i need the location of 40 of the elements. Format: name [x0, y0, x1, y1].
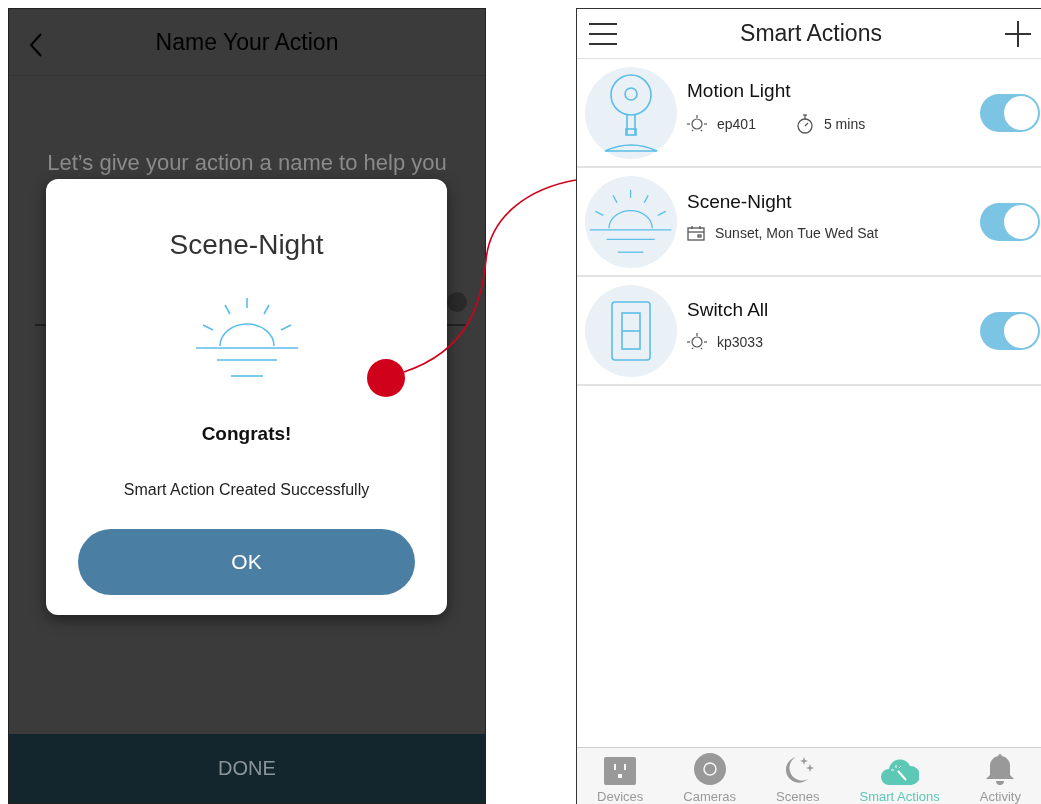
back-icon[interactable] — [29, 33, 43, 57]
sunset-icon — [194, 297, 299, 379]
tab-bar-item[interactable]: Scenes — [776, 755, 820, 804]
action-detail: 5 mins — [823, 115, 866, 132]
action-row[interactable]: Scene-Night Sunset, Mon Tue Wed Sat — [577, 168, 1041, 277]
light-switch-icon — [611, 300, 651, 361]
ok-button[interactable]: OK — [78, 529, 415, 595]
add-icon[interactable] — [1005, 20, 1031, 47]
cloud-wand-icon — [880, 757, 919, 785]
toggle-switch[interactable] — [980, 93, 1040, 132]
action-detail: kp3033 — [717, 333, 763, 350]
bulb-icon — [687, 114, 707, 133]
toggle-switch[interactable] — [980, 311, 1040, 350]
action-row[interactable]: Motion Light ep401 5 mins — [577, 59, 1041, 168]
bulb-icon — [687, 332, 707, 351]
camera-icon — [693, 753, 726, 785]
prompt-text: Let’s give your action a name to help you — [46, 150, 448, 176]
action-name: Motion Light — [687, 79, 792, 102]
calendar-icon — [687, 224, 705, 241]
action-row[interactable]: Switch All kp3033 — [577, 277, 1041, 386]
clear-icon[interactable] — [447, 292, 467, 312]
stopwatch-icon — [795, 113, 814, 134]
tab-bar-item[interactable]: Devices — [597, 757, 644, 804]
sunset-icon — [589, 188, 673, 255]
done-button[interactable]: DONE — [9, 734, 485, 803]
dialog-title: Scene-Night — [169, 229, 324, 261]
screen-title: Smart Actions — [740, 20, 882, 47]
dialog-message: Smart Action Created Successfully — [123, 481, 370, 499]
screen-title: Name Your Action — [155, 28, 339, 56]
action-detail: ep401 — [717, 115, 756, 132]
tab-bar-item[interactable]: Activity — [979, 753, 1021, 804]
bell-icon — [984, 753, 1017, 785]
dialog-heading: Congrats! — [201, 423, 292, 445]
outlet-icon — [604, 757, 637, 785]
menu-icon[interactable] — [589, 22, 617, 45]
toggle-switch[interactable] — [980, 202, 1040, 241]
action-detail: Sunset, Mon Tue Wed Sat — [715, 224, 879, 241]
tab-bar-item[interactable]: Cameras — [683, 753, 737, 804]
action-name: Scene-Night — [687, 190, 793, 213]
action-name: Switch All — [687, 298, 770, 321]
